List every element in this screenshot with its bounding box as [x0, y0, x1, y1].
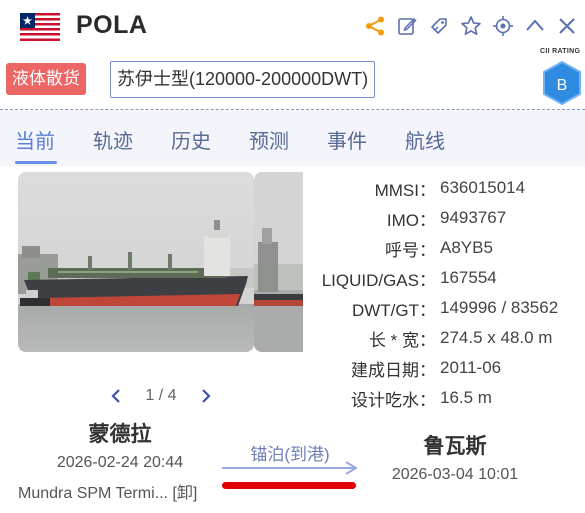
vessel-tags: 液体散货 苏伊士型(120000-200000DWT) [0, 60, 585, 104]
info-key: IMO： [386, 210, 436, 230]
info-key: MMSI： [374, 180, 436, 200]
vessel-photo[interactable] [18, 172, 254, 352]
info-key: 长 * 宽： [368, 330, 436, 350]
liberia-flag-icon [20, 13, 60, 41]
prev-photo-button[interactable] [106, 386, 126, 406]
next-photo-button[interactable] [196, 386, 216, 406]
vessel-photo-gallery[interactable] [18, 172, 303, 352]
tag-icon[interactable] [427, 14, 451, 38]
departure-port[interactable]: 蒙德拉 [10, 418, 230, 448]
info-value: 636015014 [440, 178, 526, 197]
info-key: DWT/GT： [351, 300, 436, 320]
gallery-page-indicator: 1 / 4 [145, 387, 177, 404]
destination-port[interactable]: 鲁瓦斯 [360, 430, 550, 460]
tab-current[interactable]: 当前 [15, 125, 55, 154]
tab-history[interactable]: 历史 [171, 125, 211, 154]
close-icon[interactable] [555, 14, 579, 38]
info-row-dimensions: 长 * 宽： 274.5 x 48.0 m [304, 323, 585, 353]
info-row-mmsi: MMSI： 636015014 [304, 173, 585, 203]
chevron-right-icon [202, 389, 211, 403]
voyage-arrow-icon [222, 461, 358, 475]
star-icon[interactable] [459, 14, 483, 38]
departure-terminal[interactable]: Mundra SPM Termi... [卸] [18, 479, 197, 503]
locate-icon[interactable] [491, 14, 515, 38]
info-value: 16.5 m [440, 388, 492, 407]
info-key: 建成日期： [351, 360, 436, 380]
tab-route[interactable]: 航线 [405, 125, 445, 154]
info-value: 2011-06 [440, 358, 502, 377]
active-tab-indicator [15, 161, 57, 164]
info-value: 9493767 [440, 208, 507, 227]
voyage-progress-bar [222, 482, 356, 489]
info-row-draught: 设计吃水： 16.5 m [304, 383, 585, 413]
info-value: 149996 / 83562 [440, 298, 559, 317]
cii-grade: B [557, 77, 568, 94]
departure-time: 2026-02-24 20:44 [56, 454, 184, 471]
arrival-time: 2026-03-04 10:01 [391, 466, 519, 483]
header-actions [363, 14, 579, 38]
tab-bar: 当前 轨迹 历史 预测 事件 航线 [0, 110, 585, 166]
vessel-info: MMSI： 636015014 IMO： 9493767 呼号： A8YB5 LIQU… [304, 173, 585, 413]
cargo-type-tag: 液体散货 [6, 63, 86, 95]
info-row-callsign: 呼号： A8YB5 [304, 233, 585, 263]
cii-rating-label: CII RATING [540, 48, 581, 55]
tab-track[interactable]: 轨迹 [93, 125, 133, 154]
info-value: 274.5 x 48.0 m [440, 328, 553, 347]
info-value: 167554 [440, 268, 497, 287]
share-icon[interactable] [363, 14, 387, 38]
info-value: A8YB5 [440, 238, 493, 257]
info-row-dwt-gt: DWT/GT： 149996 / 83562 [304, 293, 585, 323]
vessel-header: POLA [0, 0, 585, 56]
info-key: 设计吃水： [351, 390, 436, 410]
gallery-pager: 1 / 4 [106, 386, 216, 406]
edit-icon[interactable] [395, 14, 419, 38]
info-row-build-date: 建成日期： 2011-06 [304, 353, 585, 383]
info-row-liquid-gas: LIQUID/GAS： 167554 [304, 263, 585, 293]
info-row-imo: IMO： 9493767 [304, 203, 585, 233]
vessel-name: POLA [76, 11, 148, 39]
collapse-icon[interactable] [523, 14, 547, 38]
cii-rating-badge[interactable]: B [541, 60, 583, 106]
tab-forecast[interactable]: 预测 [249, 125, 289, 154]
vessel-photo-next[interactable] [254, 172, 303, 352]
size-class-tag: 苏伊士型(120000-200000DWT) [110, 61, 376, 98]
chevron-left-icon [111, 389, 120, 403]
info-key: 呼号： [385, 240, 436, 260]
info-key: LIQUID/GAS： [321, 270, 436, 290]
tab-events[interactable]: 事件 [327, 125, 367, 154]
